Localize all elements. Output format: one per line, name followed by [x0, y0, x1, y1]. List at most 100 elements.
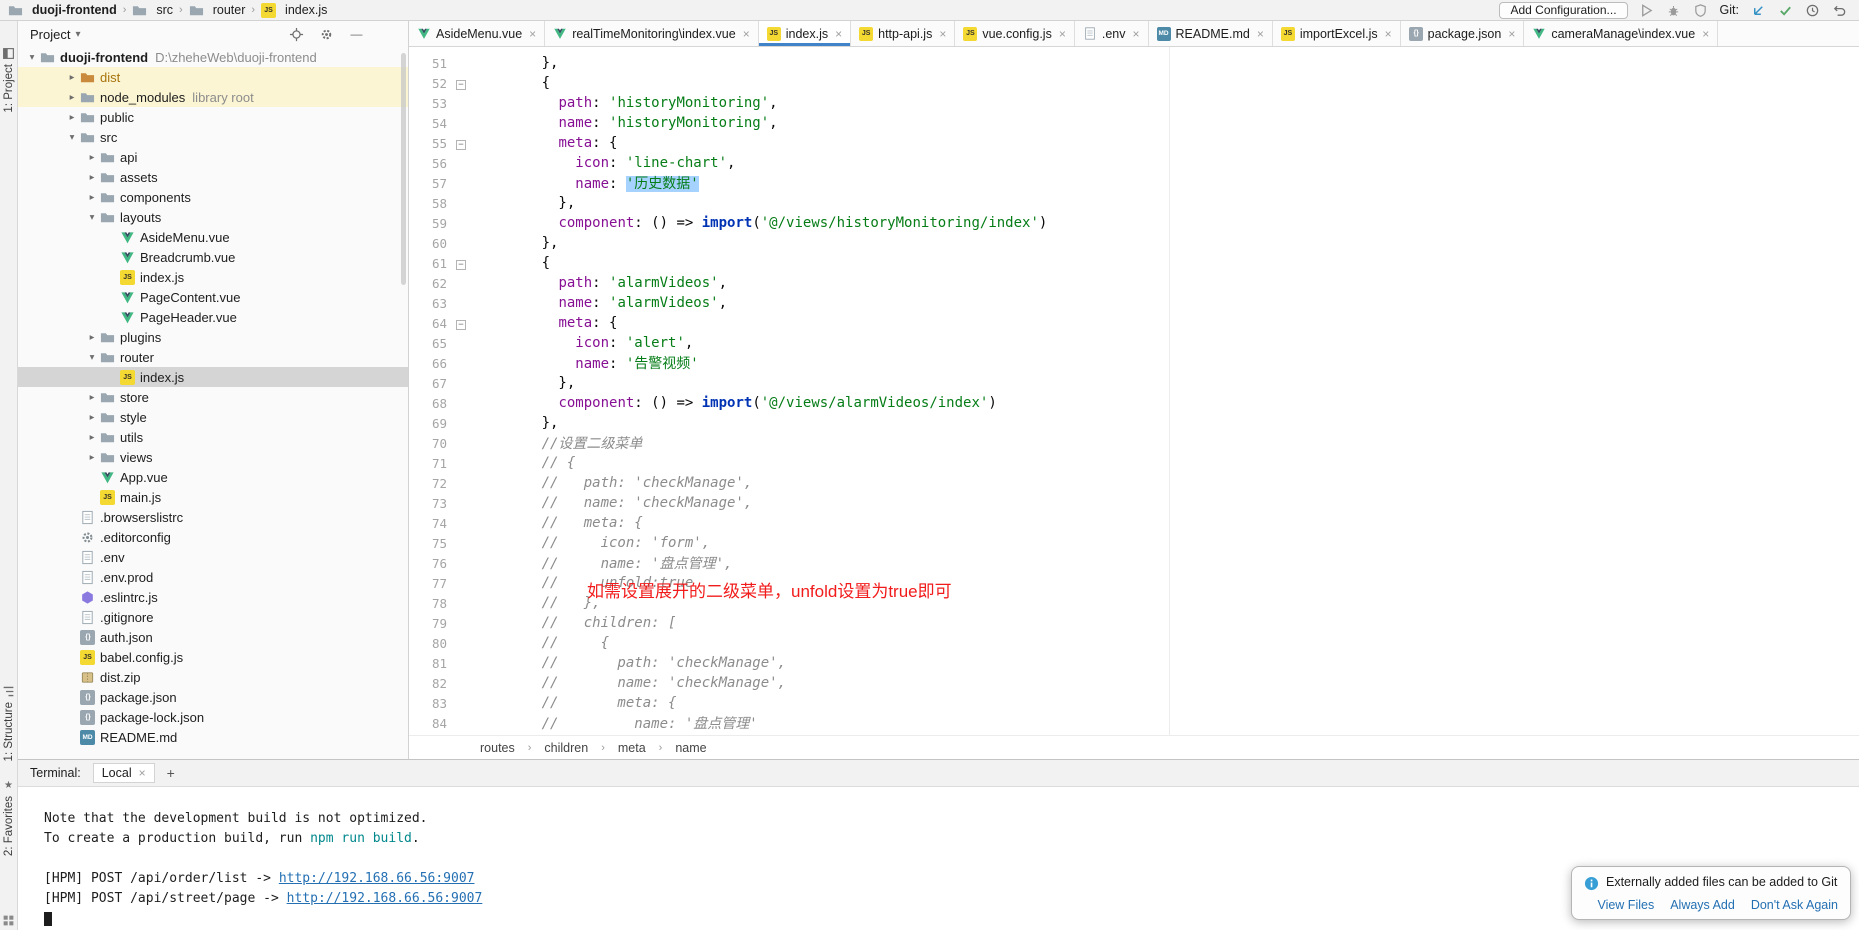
tree-item[interactable]: JSbabel.config.js — [18, 647, 408, 667]
close-icon[interactable]: × — [1132, 27, 1139, 41]
code-line[interactable]: 54 name: 'historyMonitoring', — [409, 113, 1859, 133]
code-line[interactable]: 56 icon: 'line-chart', — [409, 153, 1859, 173]
tree-item[interactable]: ▸plugins — [18, 327, 408, 347]
code-line[interactable]: 80 // { — [409, 633, 1859, 653]
tool-window-button-structure[interactable]: 1: Structure — [0, 685, 17, 761]
gear-icon[interactable] — [319, 27, 334, 42]
code-line[interactable]: 75 // icon: 'form', — [409, 533, 1859, 553]
notification-action[interactable]: Always Add — [1670, 898, 1735, 912]
tree-item[interactable]: dist.zip — [18, 667, 408, 687]
tree-item[interactable]: PageHeader.vue — [18, 307, 408, 327]
tool-window-button-project[interactable]: 1: Project — [0, 47, 17, 113]
breadcrumb-item[interactable]: meta — [618, 741, 646, 755]
terminal-link[interactable]: http://192.168.66.56:9007 — [279, 871, 475, 886]
code-line[interactable]: 67 }, — [409, 373, 1859, 393]
chevron-right-icon[interactable]: ▸ — [84, 412, 100, 423]
editor-tab[interactable]: JShttp-api.js× — [851, 21, 955, 46]
project-panel-title[interactable]: Project — [30, 27, 70, 42]
breadcrumb-item[interactable]: duoji-frontend — [8, 3, 117, 18]
rollback-icon[interactable] — [1831, 2, 1847, 18]
editor-tab[interactable]: JSimportExcel.js× — [1273, 21, 1401, 46]
chevron-right-icon[interactable]: ▸ — [84, 172, 100, 183]
editor-tab[interactable]: realTimeMonitoring\index.vue× — [545, 21, 759, 46]
close-icon[interactable]: × — [835, 27, 842, 41]
code-line[interactable]: 84 // name: '盘点管理' — [409, 713, 1859, 733]
fold-icon[interactable]: − — [453, 255, 469, 271]
code-line[interactable]: 76 // name: '盘点管理', — [409, 553, 1859, 573]
code-line[interactable]: 57 name: '历史数据' — [409, 173, 1859, 193]
tree-item[interactable]: MDREADME.md — [18, 727, 408, 747]
tree-item[interactable]: { }package.json — [18, 687, 408, 707]
breadcrumb-item[interactable]: routes — [480, 741, 515, 755]
code-line[interactable]: 81 // path: 'checkManage', — [409, 653, 1859, 673]
code-line[interactable]: 59 component: () => import('@/views/hist… — [409, 213, 1859, 233]
breadcrumb-item[interactable]: children — [544, 741, 588, 755]
fold-icon[interactable]: − — [453, 135, 469, 151]
breadcrumb-item[interactable]: router — [189, 3, 246, 18]
code-line[interactable]: 63 name: 'alarmVideos', — [409, 293, 1859, 313]
tree-item[interactable]: .gitignore — [18, 607, 408, 627]
code-line[interactable]: 58 }, — [409, 193, 1859, 213]
code-line[interactable]: 83 // meta: { — [409, 693, 1859, 713]
add-configuration-button[interactable]: Add Configuration... — [1499, 2, 1627, 19]
close-icon[interactable]: × — [139, 766, 146, 780]
chevron-down-icon[interactable]: ▾ — [84, 212, 100, 223]
fold-icon[interactable]: − — [453, 75, 469, 91]
tree-item[interactable]: .env — [18, 547, 408, 567]
tree-item[interactable]: ▾src — [18, 127, 408, 147]
chevron-right-icon[interactable]: ▸ — [64, 92, 80, 103]
editor-tab[interactable]: AsideMenu.vue× — [409, 21, 545, 46]
chevron-right-icon[interactable]: ▸ — [64, 112, 80, 123]
breadcrumb-item[interactable]: name — [675, 741, 706, 755]
code-line[interactable]: 51 }, — [409, 53, 1859, 73]
tree-item[interactable]: .editorconfig — [18, 527, 408, 547]
tree-item[interactable]: ▸dist — [18, 67, 408, 87]
code-line[interactable]: 61− { — [409, 253, 1859, 273]
editor-tab[interactable]: MDREADME.md× — [1149, 21, 1273, 46]
code-line[interactable]: 68 component: () => import('@/views/alar… — [409, 393, 1859, 413]
tree-item[interactable]: PageContent.vue — [18, 287, 408, 307]
close-icon[interactable]: × — [529, 27, 536, 41]
tool-windows-grid-icon[interactable] — [2, 914, 15, 927]
notification-action[interactable]: View Files — [1597, 898, 1654, 912]
breadcrumb-item[interactable]: src — [132, 3, 173, 18]
close-icon[interactable]: × — [1257, 27, 1264, 41]
chevron-right-icon[interactable]: ▸ — [84, 452, 100, 463]
add-terminal-icon[interactable]: + — [167, 765, 175, 781]
code-line[interactable]: 72 // path: 'checkManage', — [409, 473, 1859, 493]
tree-item[interactable]: JSindex.js — [18, 367, 408, 387]
coverage-icon[interactable] — [1693, 2, 1709, 18]
code-line[interactable]: 70 //设置二级菜单 — [409, 433, 1859, 453]
code-line[interactable]: 60 }, — [409, 233, 1859, 253]
chevron-right-icon[interactable]: ▸ — [84, 152, 100, 163]
tree-item[interactable]: ▸node_moduleslibrary root — [18, 87, 408, 107]
chevron-down-icon[interactable]: ▾ — [84, 352, 100, 363]
fold-icon[interactable]: − — [453, 315, 469, 331]
code-editor[interactable]: 51 },52− {53 path: 'historyMonitoring',5… — [409, 47, 1859, 735]
tree-item[interactable]: ▾duoji-frontendD:\zheheWeb\duoji-fronten… — [18, 47, 408, 67]
chevron-right-icon[interactable]: ▸ — [84, 192, 100, 203]
hide-panel-icon[interactable]: — — [349, 27, 364, 42]
editor-tab[interactable]: { }package.json× — [1401, 21, 1525, 46]
close-icon[interactable]: × — [1385, 27, 1392, 41]
close-icon[interactable]: × — [1059, 27, 1066, 41]
tree-item[interactable]: ▸api — [18, 147, 408, 167]
tree-item[interactable]: AsideMenu.vue — [18, 227, 408, 247]
chevron-right-icon[interactable]: ▸ — [84, 392, 100, 403]
tree-item[interactable]: ▸assets — [18, 167, 408, 187]
terminal-link[interactable]: http://192.168.66.56:9007 — [287, 891, 483, 906]
tree-item[interactable]: ▸public — [18, 107, 408, 127]
breadcrumb-item[interactable]: JSindex.js — [261, 3, 327, 18]
code-line[interactable]: 74 // meta: { — [409, 513, 1859, 533]
editor-tab[interactable]: .env× — [1075, 21, 1149, 46]
scrollbar[interactable] — [401, 53, 406, 285]
terminal-tab-local[interactable]: Local × — [93, 763, 155, 783]
tree-item[interactable]: .env.prod — [18, 567, 408, 587]
code-line[interactable]: 79 // children: [ — [409, 613, 1859, 633]
run-icon[interactable] — [1639, 2, 1655, 18]
tree-item[interactable]: { }auth.json — [18, 627, 408, 647]
tree-item[interactable]: ▸views — [18, 447, 408, 467]
code-line[interactable]: 62 path: 'alarmVideos', — [409, 273, 1859, 293]
editor-tab[interactable]: cameraManage\index.vue× — [1524, 21, 1718, 46]
close-icon[interactable]: × — [1508, 27, 1515, 41]
